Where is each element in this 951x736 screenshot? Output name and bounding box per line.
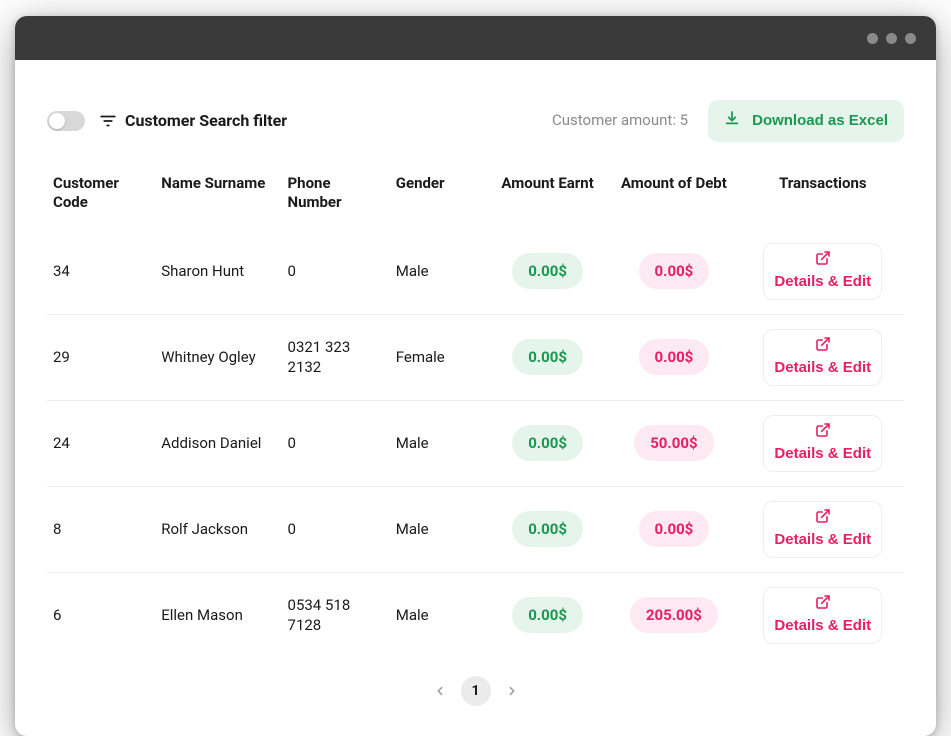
- action-label: Details & Edit: [774, 273, 871, 291]
- cell-code: 8: [47, 486, 155, 572]
- amount-debt-badge: 205.00$: [630, 597, 718, 633]
- cell-phone: 0: [282, 400, 390, 486]
- cell-phone: 0: [282, 486, 390, 572]
- amount-debt-badge: 0.00$: [639, 253, 710, 289]
- action-label: Details & Edit: [774, 445, 871, 463]
- cell-code: 24: [47, 400, 155, 486]
- cell-name: Rolf Jackson: [155, 486, 281, 572]
- cell-name: Whitney Ogley: [155, 314, 281, 400]
- cell-gender: Male: [390, 486, 489, 572]
- details-edit-button[interactable]: Details & Edit: [763, 587, 882, 644]
- customers-table: Customer Code Name Surname Phone Number …: [47, 164, 904, 658]
- amount-earnt-badge: 0.00$: [512, 425, 583, 461]
- amount-debt-badge: 0.00$: [639, 339, 710, 375]
- cell-phone: 0321 323 2132: [282, 314, 390, 400]
- external-link-icon: [815, 508, 831, 529]
- filter-label: Customer Search filter: [125, 111, 287, 130]
- cell-code: 6: [47, 572, 155, 658]
- col-name-surname[interactable]: Name Surname: [155, 164, 281, 229]
- cell-phone: 0: [282, 229, 390, 315]
- pagination: 1: [47, 676, 904, 706]
- customer-amount-label: Customer amount: 5: [552, 111, 688, 131]
- external-link-icon: [815, 594, 831, 615]
- cell-code: 29: [47, 314, 155, 400]
- titlebar: [15, 16, 936, 60]
- table-row: 6Ellen Mason0534 518 7128Male 0.00$ 205.00…: [47, 572, 904, 658]
- download-label: Download as Excel: [752, 112, 888, 131]
- cell-name: Addison Daniel: [155, 400, 281, 486]
- amount-earnt-badge: 0.00$: [512, 339, 583, 375]
- col-transactions[interactable]: Transactions: [742, 164, 904, 229]
- action-label: Details & Edit: [774, 359, 871, 377]
- filter-icon: [99, 112, 117, 130]
- window-dot: [886, 33, 897, 44]
- download-excel-button[interactable]: Download as Excel: [708, 100, 904, 142]
- cell-name: Sharon Hunt: [155, 229, 281, 315]
- col-gender[interactable]: Gender: [390, 164, 489, 229]
- download-icon: [724, 110, 740, 132]
- col-amount-debt[interactable]: Amount of Debt: [606, 164, 741, 229]
- action-label: Details & Edit: [774, 531, 871, 549]
- action-label: Details & Edit: [774, 617, 871, 635]
- next-page-button[interactable]: [505, 684, 519, 698]
- amount-earnt-badge: 0.00$: [512, 253, 583, 289]
- prev-page-button[interactable]: [433, 684, 447, 698]
- amount-debt-badge: 0.00$: [639, 511, 710, 547]
- filter-toggle[interactable]: [47, 111, 85, 131]
- cell-gender: Male: [390, 572, 489, 658]
- table-row: 8Rolf Jackson0Male 0.00$ 0.00$ Details & Ed…: [47, 486, 904, 572]
- details-edit-button[interactable]: Details & Edit: [763, 415, 882, 472]
- external-link-icon: [815, 336, 831, 357]
- table-row: 34Sharon Hunt0Male 0.00$ 0.00$ Details & Ed…: [47, 229, 904, 315]
- cell-name: Ellen Mason: [155, 572, 281, 658]
- details-edit-button[interactable]: Details & Edit: [763, 329, 882, 386]
- details-edit-button[interactable]: Details & Edit: [763, 501, 882, 558]
- external-link-icon: [815, 422, 831, 443]
- cell-code: 34: [47, 229, 155, 315]
- content-area: Customer Search filter Customer amount: …: [15, 60, 936, 736]
- col-customer-code[interactable]: Customer Code: [47, 164, 155, 229]
- cell-gender: Female: [390, 314, 489, 400]
- cell-gender: Male: [390, 229, 489, 315]
- table-row: 24Addison Daniel0Male 0.00$ 50.00$ Details …: [47, 400, 904, 486]
- cell-phone: 0534 518 7128: [282, 572, 390, 658]
- col-amount-earnt[interactable]: Amount Earnt: [489, 164, 606, 229]
- amount-earnt-badge: 0.00$: [512, 511, 583, 547]
- col-phone-number[interactable]: Phone Number: [282, 164, 390, 229]
- window-dot: [867, 33, 878, 44]
- amount-earnt-badge: 0.00$: [512, 597, 583, 633]
- details-edit-button[interactable]: Details & Edit: [763, 243, 882, 300]
- app-window: Customer Search filter Customer amount: …: [15, 16, 936, 736]
- window-dot: [905, 33, 916, 44]
- cell-gender: Male: [390, 400, 489, 486]
- amount-debt-badge: 50.00$: [634, 425, 713, 461]
- table-row: 29Whitney Ogley0321 323 2132Female 0.00$ 0…: [47, 314, 904, 400]
- external-link-icon: [815, 250, 831, 271]
- page-number[interactable]: 1: [461, 676, 491, 706]
- toolbar: Customer Search filter Customer amount: …: [47, 100, 904, 142]
